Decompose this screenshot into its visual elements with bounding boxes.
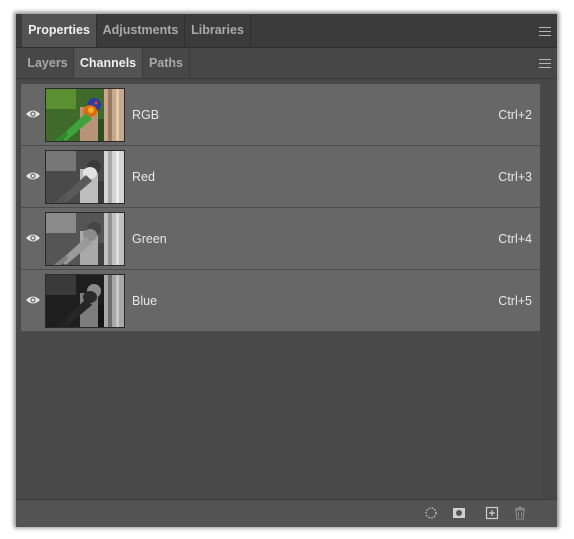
- delete-channel-icon[interactable]: [513, 506, 527, 520]
- tab-properties[interactable]: Properties: [22, 14, 97, 47]
- panel-tab-bar: Properties Adjustments Libraries: [16, 14, 557, 48]
- tab-adjustments[interactable]: Adjustments: [97, 14, 185, 47]
- scrollbar[interactable]: [541, 79, 556, 499]
- layers-tab-bar: Layers Channels Paths: [16, 48, 557, 79]
- tab-libraries[interactable]: Libraries: [185, 14, 251, 47]
- tab-paths[interactable]: Paths: [143, 48, 190, 78]
- visibility-eye-icon[interactable]: [25, 170, 41, 182]
- channels-menu-icon[interactable]: [539, 59, 551, 68]
- channel-name: RGB: [132, 108, 160, 122]
- load-channel-as-selection-icon[interactable]: [424, 506, 438, 520]
- tab-channels[interactable]: Channels: [74, 48, 143, 78]
- channel-thumbnail: [45, 150, 125, 204]
- channels-list-area: RGB Ctrl+2 Red Ctrl+3 Green Ctrl+4 Blue …: [16, 79, 557, 499]
- channel-shortcut: Ctrl+2: [498, 108, 532, 122]
- channel-row-red[interactable]: Red Ctrl+3: [21, 146, 540, 208]
- channels-panel: Properties Adjustments Libraries Layers …: [16, 14, 557, 527]
- channel-shortcut: Ctrl+4: [498, 232, 532, 246]
- panel-footer: [16, 499, 557, 527]
- channel-name: Red: [132, 170, 155, 184]
- channel-name: Blue: [132, 294, 158, 308]
- channel-thumbnail: [45, 88, 125, 142]
- channel-row-rgb[interactable]: RGB Ctrl+2: [21, 84, 540, 146]
- channel-thumbnail: [45, 274, 125, 328]
- channel-name: Green: [132, 232, 167, 246]
- channel-thumbnail: [45, 212, 125, 266]
- channel-row-blue[interactable]: Blue Ctrl+5: [21, 270, 540, 332]
- channels-list: RGB Ctrl+2 Red Ctrl+3 Green Ctrl+4 Blue …: [21, 84, 540, 332]
- save-selection-as-channel-icon[interactable]: [452, 506, 466, 520]
- visibility-eye-icon[interactable]: [25, 108, 41, 120]
- channel-shortcut: Ctrl+5: [498, 294, 532, 308]
- channel-row-green[interactable]: Green Ctrl+4: [21, 208, 540, 270]
- visibility-eye-icon[interactable]: [25, 232, 41, 244]
- create-new-channel-icon[interactable]: [485, 506, 499, 520]
- tab-layers[interactable]: Layers: [22, 48, 74, 78]
- panel-menu-icon[interactable]: [539, 27, 551, 36]
- channel-shortcut: Ctrl+3: [498, 170, 532, 184]
- visibility-eye-icon[interactable]: [25, 294, 41, 306]
